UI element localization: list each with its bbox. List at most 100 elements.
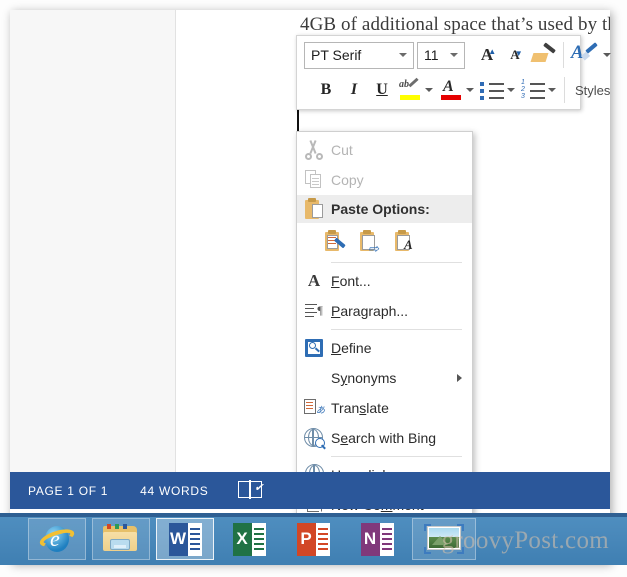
font-color-button[interactable]: A [437, 76, 465, 104]
page-indicator[interactable]: PAGE 1 OF 1 [28, 484, 108, 498]
toolbar-divider [563, 42, 564, 68]
italic-button[interactable]: I [340, 76, 368, 104]
menu-item-synonyms[interactable]: Synonyms [297, 363, 472, 393]
paste-merge-formatting-icon[interactable]: ⇨ [360, 229, 381, 255]
submenu-arrow-icon [457, 374, 462, 382]
define-icon [297, 339, 331, 357]
menu-item-copy[interactable]: Copy [297, 165, 472, 195]
taskbar-top-edge [0, 513, 627, 517]
paste-keep-source-formatting-icon[interactable] [325, 229, 346, 253]
menu-divider [331, 262, 462, 263]
grow-font-button[interactable]: A ▲ [473, 41, 501, 69]
toolbar-divider [564, 77, 565, 103]
paste-options-row[interactable]: ⇨ A [297, 223, 472, 259]
highlighter-icon: ab [397, 77, 423, 103]
menu-item-search-with-bing[interactable]: Search with Bing [297, 423, 472, 453]
chevron-down-icon[interactable] [399, 53, 407, 57]
document-body-text: 4GB of additional space that’s used by t… [300, 14, 610, 35]
font-size-combobox[interactable]: 11 [417, 41, 465, 69]
text-effects-button[interactable]: A [568, 41, 602, 69]
chevron-down-icon[interactable] [450, 53, 458, 57]
proofing-errors-icon[interactable]: ✔ [238, 480, 264, 500]
clipboard-icon [297, 198, 331, 220]
picture-viewer-icon [424, 524, 464, 554]
bold-button[interactable]: B [312, 76, 340, 104]
text-highlight-color-button[interactable]: ab [396, 76, 424, 104]
word-icon-letter: W [168, 522, 188, 556]
excel-icon: X [232, 522, 266, 556]
menu-item-paste-options: Paste Options: [297, 195, 472, 223]
screen-root: 4GB of additional space that’s used by t… [0, 0, 627, 577]
text-effects-icon: A [570, 42, 600, 68]
windows-taskbar[interactable]: e W X P N groovyPost.com [0, 513, 627, 565]
excel-icon-letter: X [232, 522, 252, 556]
navigation-pane [10, 10, 176, 472]
chevron-down-icon[interactable] [507, 88, 515, 92]
search-bing-icon [297, 428, 331, 450]
paste-keep-text-only-icon[interactable]: A [395, 229, 416, 253]
bulleted-list-icon [480, 80, 504, 100]
scissors-icon [297, 140, 331, 160]
menu-item-translate[interactable]: あ Translate [297, 393, 472, 423]
menu-item-label: Copy [331, 172, 364, 188]
font-name-combobox[interactable]: PT Serif [304, 41, 414, 69]
mini-toolbar-row-2: B I U ab A 1 2 3 Styles [304, 76, 610, 104]
font-size-value: 11 [424, 47, 439, 63]
internet-explorer-icon: e [37, 522, 77, 556]
paintbrush-icon [530, 42, 556, 66]
context-menu[interactable]: Cut Copy Paste Options: ⇨ A A Font... ¶ … [296, 131, 473, 525]
taskbar-item-excel[interactable]: X [220, 518, 278, 560]
bullets-button[interactable] [478, 76, 506, 104]
word-count[interactable]: 44 WORDS [140, 484, 208, 498]
font-name-value: PT Serif [311, 47, 362, 63]
chevron-down-icon[interactable] [603, 53, 611, 57]
menu-item-paragraph[interactable]: ¶ Paragraph... [297, 296, 472, 326]
underline-button[interactable]: U [368, 76, 396, 104]
mini-toolbar-row-1: PT Serif 11 A ▲ A ▼ A [304, 41, 615, 69]
menu-item-label: Font... [331, 273, 371, 289]
taskbar-item-powerpoint[interactable]: P [284, 518, 342, 560]
taskbar-item-file-explorer[interactable] [92, 518, 150, 560]
file-explorer-icon [103, 524, 139, 554]
menu-item-label: Synonyms [331, 370, 397, 386]
shrink-font-button[interactable]: A ▼ [501, 41, 529, 69]
onenote-icon: N [360, 522, 394, 556]
copy-icon [297, 170, 331, 190]
font-color-icon: A [439, 77, 463, 103]
menu-item-define[interactable]: Define [297, 333, 472, 363]
taskbar-item-onenote[interactable]: N [348, 518, 406, 560]
styles-label[interactable]: Styles [569, 83, 610, 98]
menu-item-label: Define [331, 340, 372, 356]
taskbar-item-picture-viewer[interactable] [412, 518, 476, 560]
menu-item-label: Paragraph... [331, 303, 409, 319]
menu-item-font[interactable]: A Font... [297, 266, 472, 296]
onenote-icon-letter: N [360, 522, 380, 556]
translate-icon: あ [297, 399, 331, 417]
chevron-down-icon[interactable] [425, 88, 433, 92]
menu-divider [331, 456, 462, 457]
italic-icon: I [350, 81, 358, 98]
powerpoint-icon-letter: P [296, 522, 316, 556]
menu-item-label: Paste Options: [331, 201, 430, 217]
font-icon: A [307, 271, 321, 290]
menu-item-cut[interactable]: Cut [297, 135, 472, 165]
word-icon: W [168, 522, 202, 556]
powerpoint-icon: P [296, 522, 330, 556]
numbered-list-icon: 1 2 3 [521, 79, 545, 100]
chevron-down-icon[interactable] [466, 88, 474, 92]
status-bar: PAGE 1 OF 1 44 WORDS ✔ [10, 472, 610, 509]
paragraph-icon: ¶ [297, 303, 331, 320]
underline-icon: U [376, 81, 388, 98]
grow-font-icon: A ▲ [480, 45, 497, 64]
menu-item-label: Cut [331, 142, 353, 158]
taskbar-item-word[interactable]: W [156, 518, 214, 560]
format-painter-button[interactable] [529, 41, 559, 69]
numbering-button[interactable]: 1 2 3 [519, 76, 547, 104]
chevron-down-icon[interactable] [548, 88, 556, 92]
taskbar-item-internet-explorer[interactable]: e [28, 518, 86, 560]
mini-formatting-toolbar[interactable]: PT Serif 11 A ▲ A ▼ A B I U ab A 1 2 3 S… [296, 35, 611, 110]
taskbar-items: e W X P N [28, 518, 476, 560]
shrink-font-icon: A ▼ [510, 47, 523, 62]
menu-item-label: Search with Bing [331, 430, 437, 446]
bold-icon: B [320, 81, 332, 98]
